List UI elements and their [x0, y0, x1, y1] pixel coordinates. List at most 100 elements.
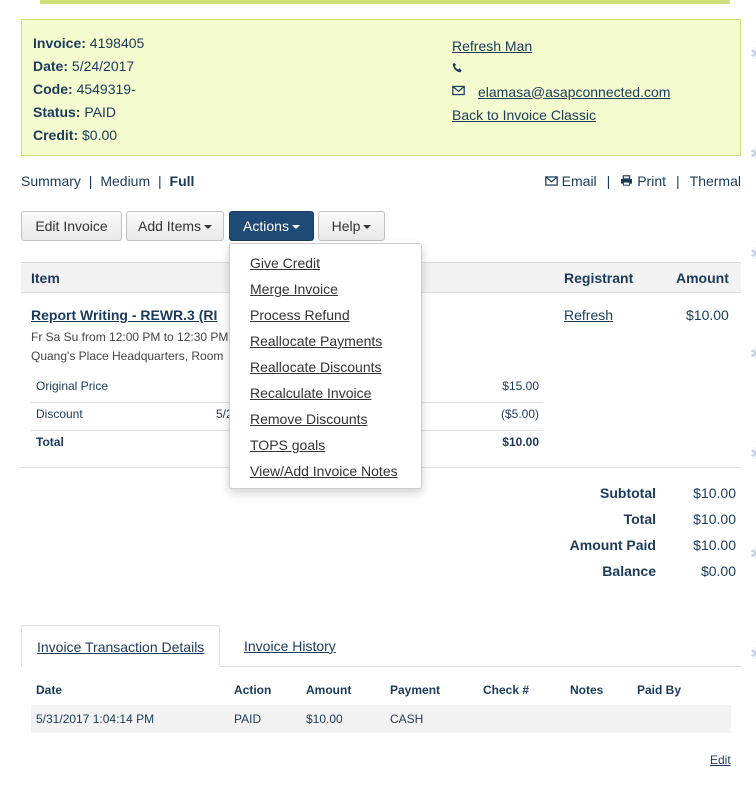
transaction-date: 5/31/2017 1:04:14 PM [36, 712, 155, 726]
caret-down-icon [204, 225, 213, 230]
total-label: Subtotal [600, 485, 656, 501]
price-row-label: Original Price [36, 379, 109, 393]
snowflake-icon: ✱ [750, 347, 756, 363]
action-column-header: Action [234, 683, 272, 697]
total-value: $10.00 [693, 511, 736, 527]
menu-item-reallocate-discounts[interactable]: Reallocate Discounts [250, 359, 382, 375]
background-decoration: ✱ ✱ ✱ ✱ ✱ ✱ ✱ [750, 40, 756, 730]
contact-name-link[interactable]: Refresh Man [452, 37, 532, 55]
balance-row: Balance $0.00 [500, 563, 736, 589]
menu-item-remove-discounts[interactable]: Remove Discounts [250, 411, 368, 427]
menu-item-reallocate-payments[interactable]: Reallocate Payments [250, 333, 382, 349]
date-column-header: Date [36, 683, 63, 697]
item-title-link[interactable]: Report Writing - REWR.3 (RI [31, 307, 217, 323]
date-label: Date: [33, 58, 69, 74]
actions-dropdown-menu: Give Credit Merge Invoice Process Refund… [229, 243, 422, 489]
price-row-value: ($5.00) [500, 407, 539, 421]
actions-button[interactable]: Actions [229, 211, 314, 241]
print-action[interactable]: Print [620, 173, 666, 189]
total-label: Amount Paid [569, 537, 656, 553]
summary-view-link[interactable]: Summary [21, 173, 81, 189]
snowflake-icon: ✱ [750, 547, 756, 563]
menu-item-view-add-notes[interactable]: View/Add Invoice Notes [250, 463, 398, 479]
edit-transactions-link[interactable]: Edit [710, 753, 731, 767]
invoice-details: Invoice: 4198405 Date: 5/24/2017 Code: 4… [33, 34, 144, 149]
check-column-header: Check # [483, 683, 530, 697]
paid-by-column-header: Paid By [637, 683, 682, 697]
item-location: Quang's Place Headquarters, Room [31, 349, 224, 363]
snowflake-icon: ✱ [750, 147, 756, 163]
menu-item-recalculate-invoice[interactable]: Recalculate Invoice [250, 385, 371, 401]
amount-column-header: Amount [306, 683, 352, 697]
output-links: Email | Print | Thermal [544, 173, 741, 189]
full-view-link[interactable]: Full [170, 173, 195, 189]
add-items-label: Add Items [137, 218, 202, 234]
invoice-info-panel: Invoice: 4198405 Date: 5/24/2017 Code: 4… [21, 19, 741, 156]
top-accent-bar [40, 0, 730, 4]
edit-invoice-button[interactable]: Edit Invoice [21, 211, 122, 241]
back-to-invoice-classic-link[interactable]: Back to Invoice Classic [452, 106, 596, 124]
transaction-action: PAID [234, 712, 262, 726]
mail-icon [452, 83, 466, 101]
caret-down-icon [291, 225, 300, 230]
amount-paid-row: Amount Paid $10.00 [500, 537, 736, 563]
help-button[interactable]: Help [318, 211, 385, 241]
tab-label: Invoice Transaction Details [37, 639, 205, 655]
thermal-action[interactable]: Thermal [690, 173, 741, 189]
invoice-date: 5/24/2017 [71, 58, 135, 74]
code-label: Code: [33, 81, 73, 97]
invoice-totals: Subtotal $10.00 Total $10.00 Amount Paid $1… [500, 485, 736, 589]
subtotal-row: Subtotal $10.00 [500, 485, 736, 511]
separator: | [676, 173, 680, 189]
invoice-number: 4198405 [89, 35, 145, 51]
help-label: Help [331, 218, 361, 234]
total-label: Total [623, 511, 656, 527]
notes-column-header: Notes [570, 683, 604, 697]
transaction-payment: CASH [390, 712, 424, 726]
menu-item-process-refund[interactable]: Process Refund [250, 307, 350, 323]
menu-item-give-credit[interactable]: Give Credit [250, 255, 320, 271]
invoice-code: 4549319- [76, 81, 136, 97]
medium-view-link[interactable]: Medium [100, 173, 150, 189]
total-row: Total $10.00 [500, 511, 736, 537]
transactions-header: Date Action Amount Payment Check # Notes… [31, 683, 731, 705]
transaction-amount: $10.00 [306, 712, 343, 726]
total-value: $10.00 [693, 485, 736, 501]
tab-transaction-details[interactable]: Invoice Transaction Details [21, 625, 221, 667]
price-row-value: $15.00 [502, 379, 539, 393]
total-value: $0.00 [700, 563, 736, 579]
price-row-value: $10.00 [502, 435, 539, 449]
email-action-label: Email [561, 173, 597, 189]
print-action-label: Print [637, 173, 666, 189]
contact-details: Refresh Man elamasa@asapconnected.com Ba… [452, 34, 670, 126]
snowflake-icon: ✱ [750, 447, 756, 463]
edit-invoice-label: Edit Invoice [35, 218, 108, 234]
invoice-status: PAID [84, 104, 116, 120]
price-row-label: Total [36, 435, 64, 449]
phone-icon [452, 60, 466, 78]
snowflake-icon: ✱ [750, 247, 756, 263]
total-value: $10.00 [693, 537, 736, 553]
snowflake-icon: ✱ [750, 647, 756, 663]
email-link[interactable]: elamasa@asapconnected.com [478, 83, 670, 101]
invoice-label: Invoice: [33, 35, 86, 51]
snowflake-icon: ✱ [750, 47, 756, 63]
view-mode-links: Summary | Medium | Full [21, 173, 194, 189]
actions-label: Actions [243, 218, 289, 234]
menu-item-tops-goals[interactable]: TOPS goals [250, 437, 325, 453]
price-row-label: Discount [36, 407, 83, 421]
item-schedule: Fr Sa Su from 12:00 PM to 12:30 PM [31, 330, 229, 344]
caret-down-icon [363, 225, 372, 230]
tab-label: Invoice History [244, 638, 336, 654]
separator: | [606, 173, 611, 189]
payment-column-header: Payment [390, 683, 441, 697]
item-column-header: Item [31, 270, 60, 286]
menu-item-merge-invoice[interactable]: Merge Invoice [250, 281, 338, 297]
tab-invoice-history[interactable]: Invoice History [229, 625, 351, 667]
invoice-credit: $0.00 [82, 127, 118, 143]
email-action[interactable]: Email [544, 173, 597, 189]
printer-icon [620, 173, 633, 189]
add-items-button[interactable]: Add Items [126, 211, 224, 241]
status-label: Status: [33, 104, 81, 120]
registrant-link[interactable]: Refresh [564, 307, 613, 323]
